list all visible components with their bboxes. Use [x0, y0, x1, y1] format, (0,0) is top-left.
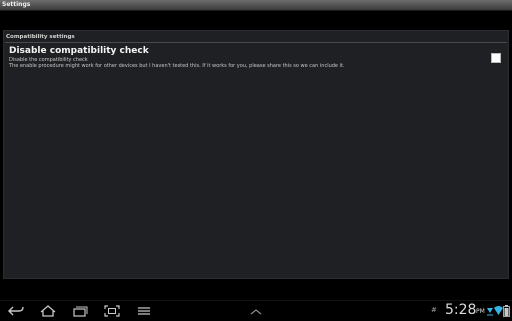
preference-detail: The enable procedure might work for othe… [9, 63, 345, 69]
title-bar: Settings [0, 0, 512, 11]
recent-apps-icon[interactable] [71, 304, 89, 318]
home-icon[interactable] [39, 304, 57, 318]
menu-icon[interactable] [135, 304, 153, 318]
section-divider [5, 42, 507, 43]
chevron-up-icon[interactable] [247, 304, 265, 318]
clock-time[interactable]: 5:28 [445, 302, 476, 319]
download-icon [486, 304, 494, 318]
system-nav-bar: # 5:28 PM [0, 300, 512, 321]
battery-icon [503, 304, 510, 318]
preference-title: Disable compatibility check [9, 46, 149, 56]
settings-panel: Compatibility settings Disable compatibi… [3, 30, 509, 279]
window-title: Settings [2, 1, 31, 8]
section-header: Compatibility settings [6, 34, 75, 40]
wifi-icon [494, 304, 503, 318]
status-indicator: # [431, 306, 437, 314]
clock-ampm: PM [476, 308, 485, 315]
compatibility-checkbox[interactable] [491, 53, 501, 63]
back-icon[interactable] [7, 304, 25, 318]
screenshot-icon[interactable] [103, 304, 121, 318]
preference-disable-compatibility-check[interactable]: Disable compatibility check Disable the … [4, 44, 508, 74]
